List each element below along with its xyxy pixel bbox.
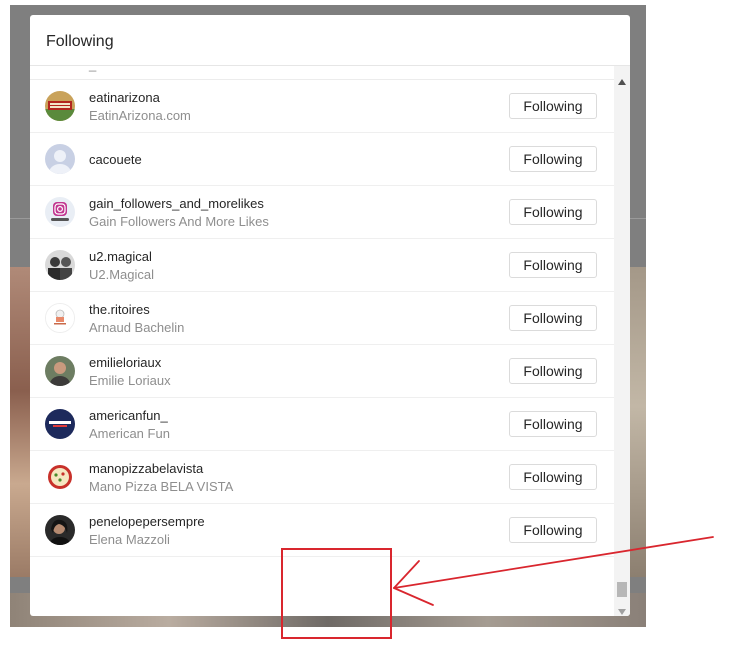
annotation-arrow-icon [393,536,714,606]
